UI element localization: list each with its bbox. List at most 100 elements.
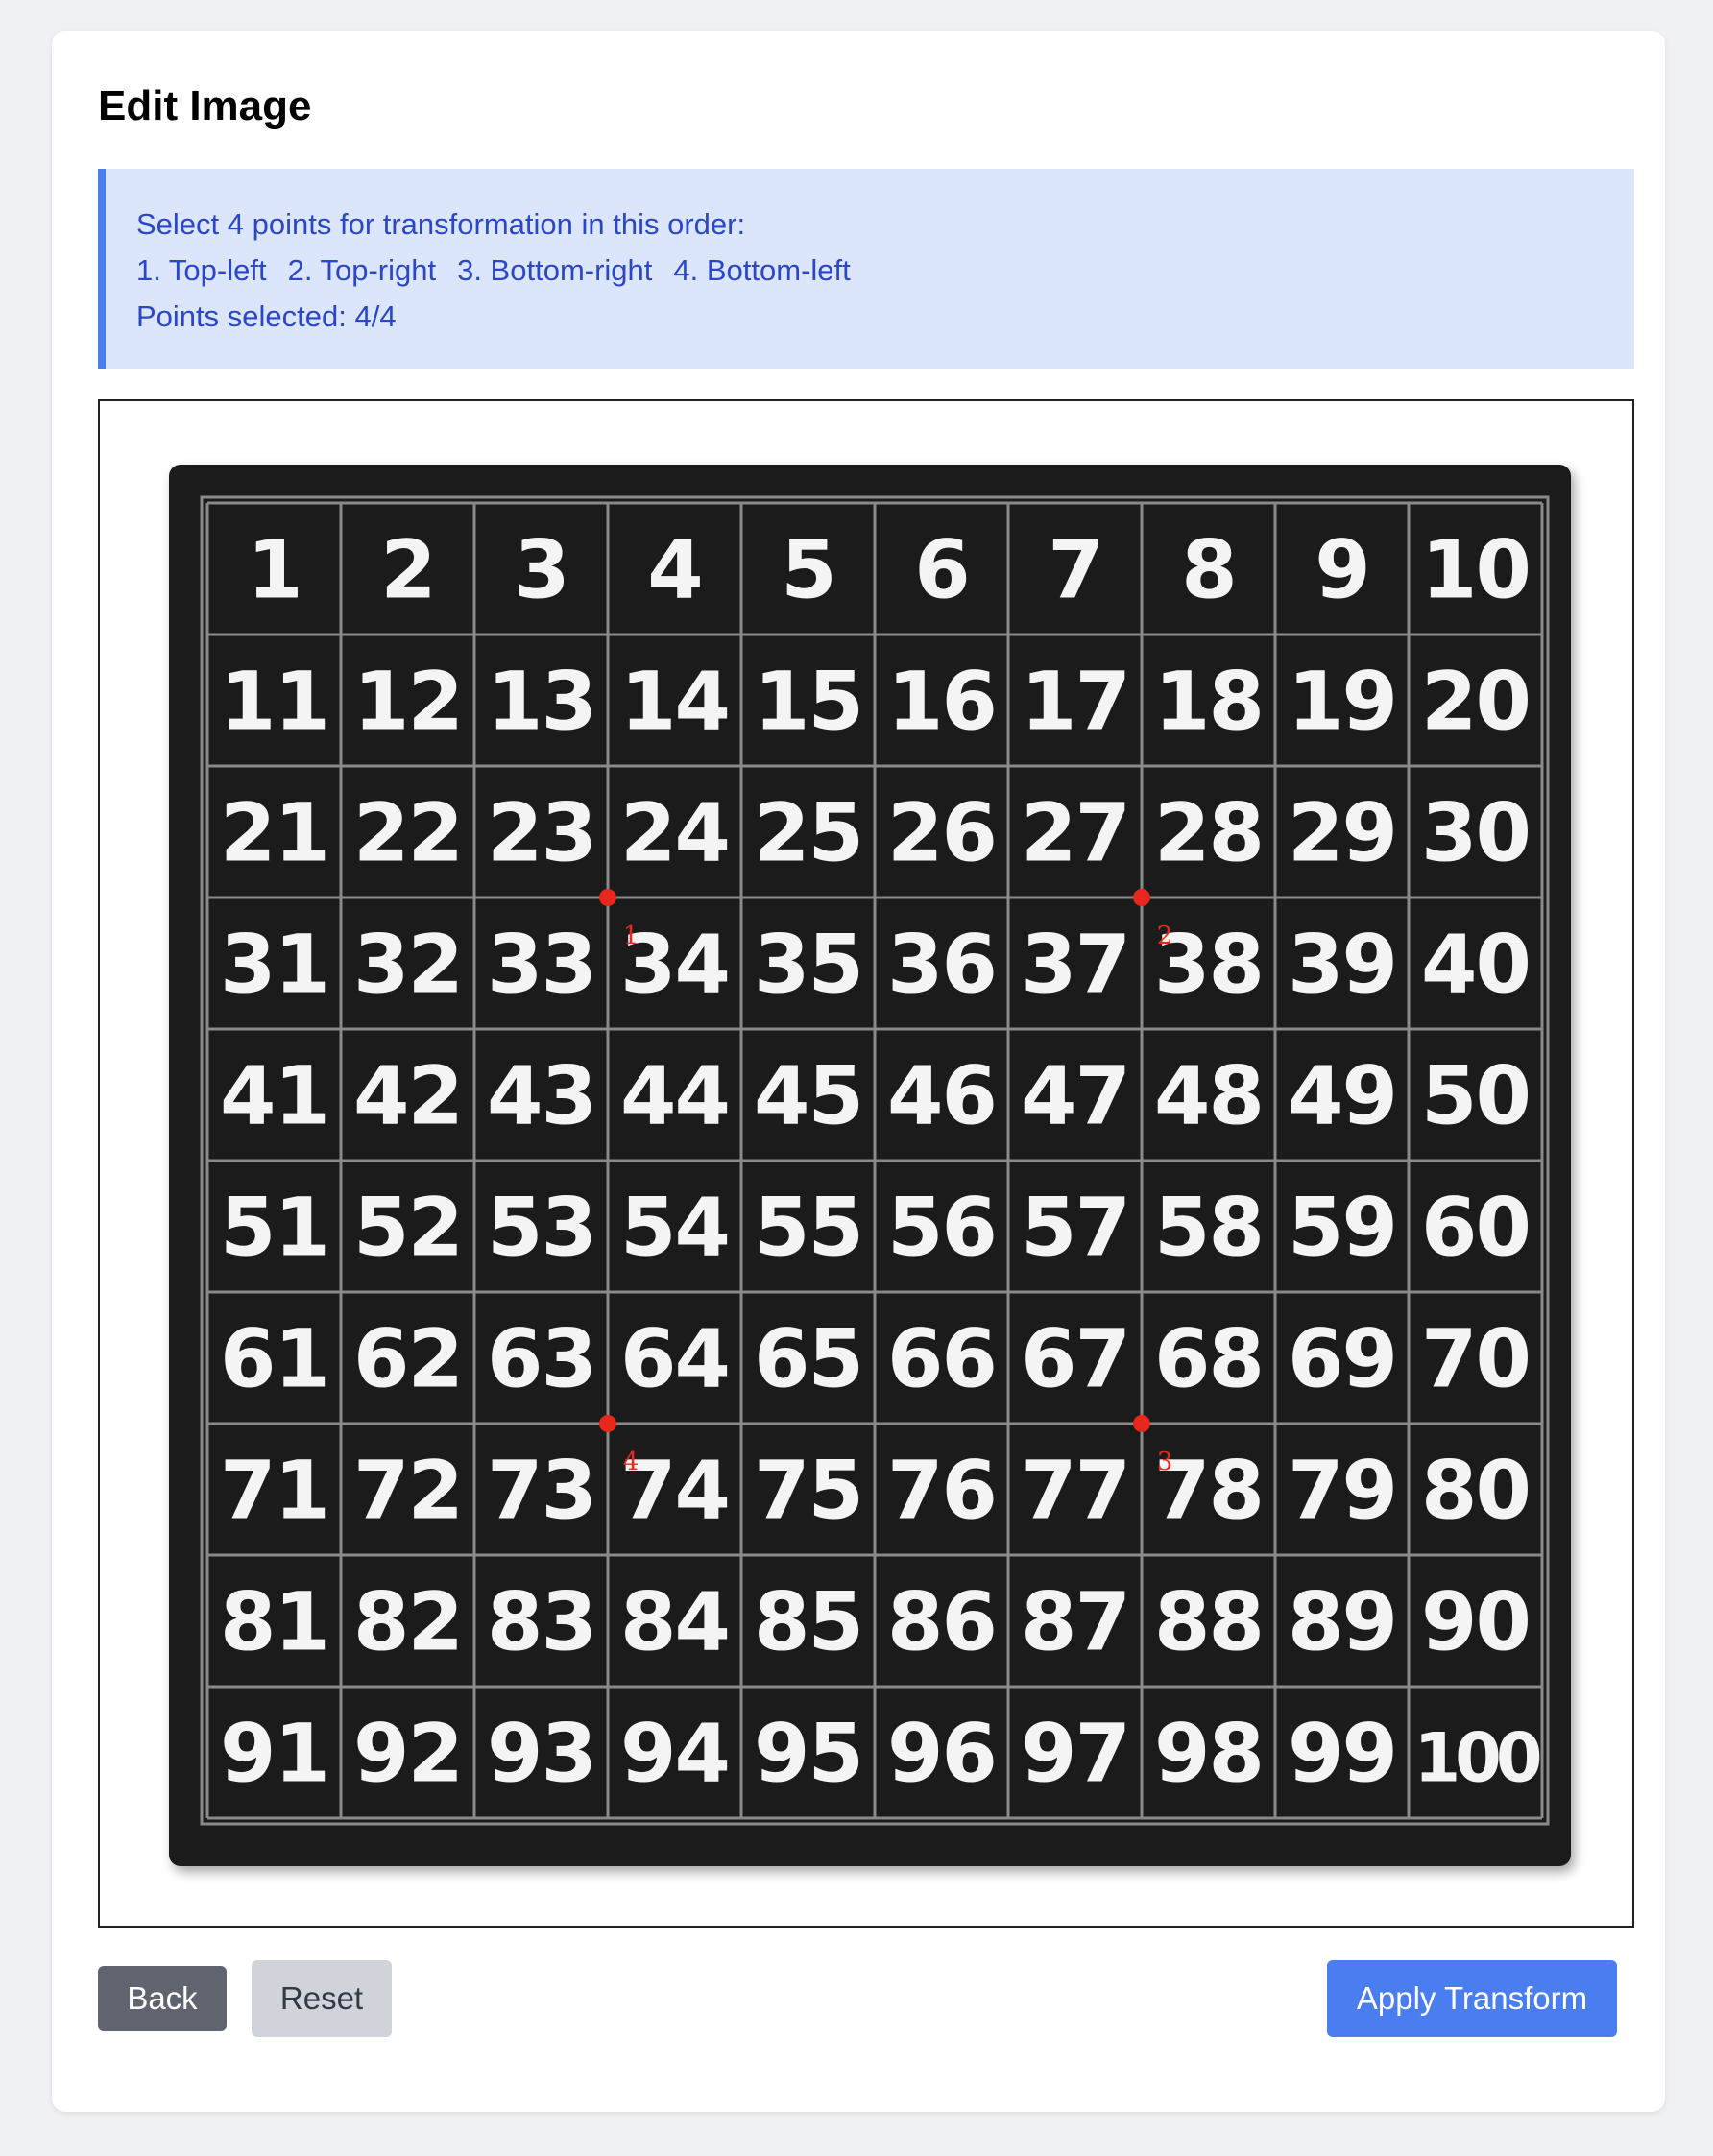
- grid-number: 47: [1021, 1049, 1129, 1143]
- grid-number: 65: [754, 1312, 862, 1406]
- point-marker-3[interactable]: [1133, 1415, 1150, 1432]
- grid-number: 30: [1421, 786, 1530, 880]
- point-marker-2[interactable]: [1133, 889, 1150, 906]
- grid-number: 11: [220, 655, 328, 749]
- grid-number: 92: [353, 1707, 462, 1801]
- grid-number: 91: [220, 1707, 328, 1801]
- grid-number: 71: [220, 1444, 328, 1538]
- grid-number: 24: [620, 786, 729, 880]
- point-marker-1[interactable]: [599, 889, 616, 906]
- grid-number: 73: [487, 1444, 595, 1538]
- grid-number: 80: [1421, 1444, 1530, 1538]
- grid-number: 29: [1288, 786, 1396, 880]
- grid-number: 52: [353, 1181, 462, 1275]
- grid-number: 54: [620, 1181, 729, 1275]
- grid-number: 99: [1288, 1707, 1396, 1801]
- step-top-right: 2. Top-right: [287, 253, 437, 287]
- grid-number: 51: [220, 1181, 328, 1275]
- grid-number: 10: [1421, 523, 1530, 617]
- grid-number: 59: [1288, 1181, 1396, 1275]
- grid-number: 64: [620, 1312, 729, 1406]
- grid-number: 23: [487, 786, 595, 880]
- grid-number: 33: [487, 918, 595, 1012]
- grid-number: 19: [1288, 655, 1396, 749]
- grid-number: 93: [487, 1707, 595, 1801]
- grid-number: 79: [1288, 1444, 1396, 1538]
- instructions-text: Select 4 points for transformation in th…: [136, 207, 746, 241]
- grid-number: 60: [1421, 1181, 1530, 1275]
- grid-number: 53: [487, 1181, 595, 1275]
- grid-number: 42: [353, 1049, 462, 1143]
- grid-number: 90: [1421, 1575, 1530, 1669]
- reset-button[interactable]: Reset: [252, 1960, 392, 2037]
- grid-number: 22: [353, 786, 462, 880]
- apply-transform-button[interactable]: Apply Transform: [1327, 1960, 1617, 2037]
- grid-number: 58: [1154, 1181, 1263, 1275]
- grid-number: 61: [220, 1312, 328, 1406]
- edit-image-card: Edit Image Select 4 points for transform…: [52, 31, 1665, 2112]
- grid-number: 66: [887, 1312, 996, 1406]
- grid-number: 95: [754, 1707, 862, 1801]
- grid-number: 37: [1021, 918, 1129, 1012]
- image-canvas[interactable]: 1 2 3 4 5 6 7 8 9 10 11 12 13 14 15 16 17 18 19 20 21 22 23 24 2…: [98, 399, 1634, 1928]
- grid-number: 89: [1288, 1575, 1396, 1669]
- grid-number: 12: [353, 655, 462, 749]
- grid-number: 4: [647, 523, 701, 617]
- grid-number: 100: [1413, 1719, 1539, 1798]
- grid-number: 68: [1154, 1312, 1263, 1406]
- grid-number: 9: [1315, 523, 1368, 617]
- grid-number: 20: [1421, 655, 1530, 749]
- grid-number: 98: [1154, 1707, 1263, 1801]
- page-title: Edit Image: [98, 83, 312, 130]
- grid-number: 75: [754, 1444, 862, 1538]
- step-bottom-left: 4. Bottom-left: [673, 253, 851, 287]
- grid-number: 49: [1288, 1049, 1396, 1143]
- grid-number: 41: [220, 1049, 328, 1143]
- grid-number: 69: [1288, 1312, 1396, 1406]
- points-status-value: 4/4: [354, 299, 397, 333]
- grid-number: 87: [1021, 1575, 1129, 1669]
- grid-number: 43: [487, 1049, 595, 1143]
- point-label-1: 1: [623, 922, 639, 950]
- step-top-left: 1. Top-left: [136, 253, 267, 287]
- grid-number: 72: [353, 1444, 462, 1538]
- grid-number: 82: [353, 1575, 462, 1669]
- grid-number: 94: [620, 1707, 729, 1801]
- grid-number: 67: [1021, 1312, 1129, 1406]
- grid-number: 77: [1021, 1444, 1129, 1538]
- grid-number: 62: [353, 1312, 462, 1406]
- grid-number: 15: [754, 655, 862, 749]
- grid-number: 28: [1154, 786, 1263, 880]
- grid-number: 50: [1421, 1049, 1530, 1143]
- grid-number: 13: [487, 655, 595, 749]
- step-bottom-right: 3. Bottom-right: [457, 253, 653, 287]
- grid-number: 17: [1021, 655, 1129, 749]
- grid-number: 6: [914, 523, 968, 617]
- grid-number: 21: [220, 786, 328, 880]
- grid-number: 35: [754, 918, 862, 1012]
- point-label-4: 4: [623, 1448, 639, 1476]
- grid-number: 39: [1288, 918, 1396, 1012]
- instruction-steps: 1. Top-left 2. Top-right 3. Bottom-right 4.…: [136, 248, 1634, 294]
- grid-number: 81: [220, 1575, 328, 1669]
- point-marker-4[interactable]: [599, 1415, 616, 1432]
- grid-number: 70: [1421, 1312, 1530, 1406]
- grid-number: 1: [247, 523, 301, 617]
- grid-number: 76: [887, 1444, 996, 1538]
- instructions-panel: Select 4 points for transformation in th…: [98, 169, 1634, 369]
- grid-number: 2: [380, 523, 434, 617]
- grid-number: 27: [1021, 786, 1129, 880]
- grid-number: 63: [487, 1312, 595, 1406]
- grid-number: 14: [620, 655, 729, 749]
- grid-number: 18: [1154, 655, 1263, 749]
- grid-number: 25: [754, 786, 862, 880]
- grid-number: 36: [887, 918, 996, 1012]
- grid-number: 40: [1421, 918, 1530, 1012]
- grid-number: 55: [754, 1181, 862, 1275]
- grid-number: 88: [1154, 1575, 1263, 1669]
- point-label-2: 2: [1157, 922, 1173, 950]
- image-preview[interactable]: 1 2 3 4 5 6 7 8 9 1011 12 13 14 15 16 17 18 19 2021 22 23 24 2…: [100, 401, 1632, 1926]
- grid-number: 48: [1154, 1049, 1263, 1143]
- grid-number: 56: [887, 1181, 996, 1275]
- back-button[interactable]: Back: [98, 1966, 227, 2031]
